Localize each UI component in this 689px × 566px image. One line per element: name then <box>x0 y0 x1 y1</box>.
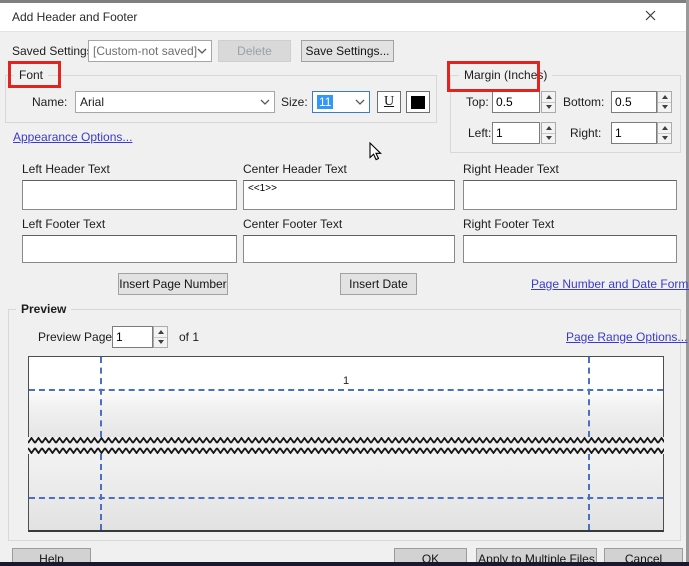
spinner-down-icon[interactable] <box>542 103 555 113</box>
spinner-up-icon[interactable] <box>542 92 555 103</box>
chevron-down-icon <box>260 99 270 105</box>
margin-right-spinner[interactable] <box>657 122 672 144</box>
preview-group-label: Preview <box>16 302 71 316</box>
top-margin-guide <box>29 389 663 391</box>
spinner-down-icon[interactable] <box>154 338 167 348</box>
margin-top-spinner[interactable] <box>541 91 556 113</box>
underline-icon: U <box>384 94 394 110</box>
font-size-label: Size: <box>281 91 308 113</box>
right-header-textarea[interactable] <box>463 180 677 210</box>
font-name-select[interactable]: Arial <box>75 91 275 113</box>
right-margin-guide <box>588 454 590 530</box>
center-header-textarea[interactable]: <<1>> <box>243 180 455 210</box>
spinner-down-icon[interactable] <box>658 103 671 113</box>
saved-settings-select[interactable]: [Custom-not saved] <box>88 40 212 62</box>
spinner-up-icon[interactable] <box>658 123 671 134</box>
left-header-label: Left Header Text <box>22 158 110 180</box>
right-footer-textarea[interactable] <box>463 235 677 263</box>
right-footer-label: Right Footer Text <box>463 213 554 235</box>
preview-of-label: of 1 <box>179 326 199 348</box>
spinner-up-icon[interactable] <box>542 123 555 134</box>
preview-page-bottom <box>28 454 664 532</box>
color-swatch-icon <box>411 96 425 109</box>
font-color-button[interactable] <box>406 91 430 113</box>
insert-date-button[interactable]: Insert Date <box>340 273 417 295</box>
saved-settings-label: Saved Settings: <box>12 40 96 62</box>
margin-bottom-spinner[interactable] <box>657 91 672 113</box>
margin-left-spinner[interactable] <box>541 122 556 144</box>
margin-right-input[interactable] <box>611 122 657 144</box>
titlebar: Add Header and Footer <box>0 3 686 32</box>
spinner-down-icon[interactable] <box>542 134 555 144</box>
font-name-label: Name: <box>32 91 67 113</box>
center-footer-textarea[interactable] <box>243 235 455 263</box>
left-margin-guide <box>100 454 102 530</box>
left-footer-textarea[interactable] <box>22 235 237 263</box>
cursor-icon <box>369 142 383 162</box>
preview-page-input[interactable] <box>112 326 153 348</box>
chevron-down-icon <box>355 99 365 105</box>
torn-edge-top-icon <box>28 437 664 444</box>
appearance-options-link[interactable]: Appearance Options... <box>13 130 132 144</box>
close-icon <box>645 10 656 21</box>
margin-left-input[interactable] <box>492 122 540 144</box>
margin-left-label: Left: <box>468 122 491 144</box>
page-number-date-format-link[interactable]: Page Number and Date Format... <box>531 277 689 291</box>
margin-top-input[interactable] <box>492 91 540 113</box>
page-number-preview: 1 <box>29 375 663 387</box>
page-range-options-link[interactable]: Page Range Options... <box>566 330 687 344</box>
chevron-down-icon <box>197 48 207 54</box>
left-margin-guide <box>100 357 102 437</box>
center-footer-label: Center Footer Text <box>243 213 342 235</box>
left-header-textarea[interactable] <box>22 180 237 210</box>
preview-page-spinner[interactable] <box>153 326 168 348</box>
dialog-title: Add Header and Footer <box>12 10 137 24</box>
spinner-down-icon[interactable] <box>658 134 671 144</box>
font-group-label: Font <box>14 68 48 82</box>
preview-page-label: Preview Page <box>38 326 112 348</box>
margin-group-label: Margin (Inches) <box>459 68 552 82</box>
torn-edge-bottom-icon <box>28 447 664 454</box>
insert-page-number-button[interactable]: Insert Page Number <box>118 273 228 295</box>
margin-bottom-label: Bottom: <box>563 91 604 113</box>
margin-bottom-input[interactable] <box>611 91 657 113</box>
save-settings-button[interactable]: Save Settings... <box>301 40 394 62</box>
left-footer-label: Left Footer Text <box>22 213 105 235</box>
right-margin-guide <box>588 357 590 437</box>
bottom-margin-guide <box>29 497 663 499</box>
screen-edge-strip <box>0 562 689 566</box>
preview-page-top: 1 <box>28 356 664 437</box>
close-button[interactable] <box>639 6 661 24</box>
margin-top-label: Top: <box>466 91 489 113</box>
add-header-footer-dialog: Add Header and Footer Saved Settings: [C… <box>0 0 689 566</box>
underline-button[interactable]: U <box>377 91 401 113</box>
font-size-combo[interactable]: 11 <box>312 91 370 113</box>
selected-size-text: 11 <box>317 95 333 109</box>
margin-right-label: Right: <box>570 122 601 144</box>
delete-button[interactable]: Delete <box>218 40 291 62</box>
center-header-label: Center Header Text <box>243 158 347 180</box>
spinner-up-icon[interactable] <box>154 327 167 338</box>
right-header-label: Right Header Text <box>463 158 559 180</box>
spinner-up-icon[interactable] <box>658 92 671 103</box>
